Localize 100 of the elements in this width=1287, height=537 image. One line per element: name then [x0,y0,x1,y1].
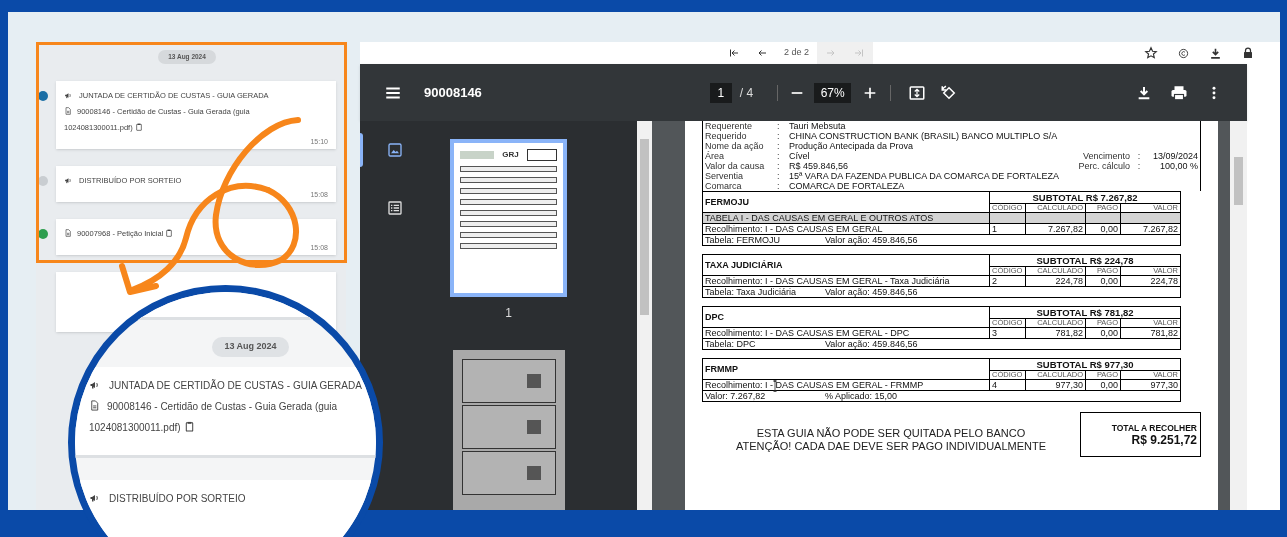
download-icon[interactable] [1209,46,1222,60]
table-cell: 0,00 [1085,275,1121,287]
field-value: CHINA CONSTRUCTION BANK (BRASIL) BANCO MULTIPLO S/A [789,131,1059,141]
table-cell: 224,78 [1025,275,1086,287]
field-value: R$ 459.846,56 [789,161,850,171]
table-cell: Recolhimento: I - DAS CAUSAS EM GERAL - DPC [702,327,990,339]
section-title: FRMMP [702,358,990,380]
image-icon [387,142,403,158]
clipboard-icon[interactable] [165,228,174,237]
field-value: 15ª VARA DA FAZENDA PUBLICA DA COMARCA DE FORTALEZA [789,171,1060,181]
form-field-box [527,149,557,161]
field-separator: : [777,171,781,181]
table-cell: Valor ação: 459.846,56 [825,339,918,349]
subtotal: SUBTOTAL R$ 781,82 [989,306,1181,319]
megaphone-icon [64,91,73,101]
subtotal: SUBTOTAL R$ 7.267,82 [989,191,1181,204]
megaphone-icon [64,176,73,186]
field-separator: : [777,151,781,161]
table-cell: 977,30 [1120,379,1181,391]
page-indicator: 2 de 2 [784,46,810,60]
field-value: 13/09/2024 [1151,151,1198,161]
document-link[interactable]: 90008146 - Certidão de Custas - Guia Gerada (guia 1024081300011.pdf) [89,395,344,438]
star-icon[interactable] [1144,46,1158,60]
field-separator: : [777,121,781,131]
field-value: Cível [789,151,811,161]
field-label: Comarca [705,181,743,191]
field-label: Requerido [705,131,748,141]
page-thumbnail[interactable] [452,350,565,510]
table-cell-text: Tabela: FERMOJU [705,235,782,245]
scrollbar[interactable] [1230,121,1247,510]
table-cell: 781,82 [1025,327,1086,339]
field-label: Vencimento [1082,151,1130,161]
total-value: R$ 9.251,72 [1131,432,1197,447]
file-icon [64,106,72,115]
document-title: 90008146 [424,83,482,102]
field-value: Produção Antecipada da Prova [789,141,915,151]
field-separator: : [777,141,781,151]
table-cell: 977,30 [1025,379,1086,391]
table-cell: 224,78 [1120,275,1181,287]
lock-icon[interactable] [1242,47,1254,59]
thumbnail-heading: GRJ [502,149,519,161]
table-cell: % Aplicado: 15,00 [825,391,898,401]
field-separator: : [777,131,781,141]
table-cell: 0,00 [1085,379,1121,391]
first-page-icon [728,47,740,59]
subtotal: SUBTOTAL R$ 977,30 [989,358,1181,371]
table-cell: Valor ação: 459.846,56 [825,287,918,297]
subtotal: SUBTOTAL R$ 224,78 [989,254,1181,267]
table-cell: 7.267,82 [1025,223,1086,235]
page-number-field[interactable]: 1 [709,82,732,103]
page-total: / 4 [739,84,754,102]
notice-text: ESTA GUIA NÃO PODE SER QUITADA PELO BANCO [756,427,1026,440]
logo-placeholder [460,151,494,159]
table-cell: 781,82 [1120,327,1181,339]
scrollbar[interactable] [637,121,652,510]
copyright-icon[interactable] [1178,47,1189,59]
field-label: Serventia [705,171,745,181]
field-label: Perc. cálculo [1078,161,1130,171]
clipboard-icon[interactable] [183,420,195,432]
table-cell: 7.267,82 [1120,223,1181,235]
table-cell: Recolhimento: I - DAS CAUSAS EM GERAL [702,223,990,235]
table-cell-text: Valor: 7.267,82 [705,391,767,401]
section-title: TAXA JUDICIÁRIA [702,254,990,276]
file-icon [64,228,72,237]
section-title: DPC [702,306,990,328]
table-cell-text: Tabela: Taxa Judiciária [705,287,797,297]
table-cell: 1 [989,223,1026,235]
last-page-icon [853,47,866,59]
table-cell: Recolhimento: I - DAS CAUSAS EM GERAL - Taxa Judiciária [702,275,990,287]
event-title: DISTRIBUÍDO POR SORTEIO [109,491,246,506]
event-title: JUNTADA DE CERTIDÃO DE CUSTAS - GUIA GERADA [109,378,362,393]
table-cell: Valor ação: 459.846,56 [825,235,918,245]
print-icon[interactable] [1170,83,1188,102]
field-label: Requerente [705,121,754,131]
field-value: Tauri Mebsuta [789,121,847,131]
field-separator: : [777,161,781,171]
field-separator: : [1136,161,1142,171]
clipboard-icon[interactable] [134,122,143,131]
field-value: 100,00 % [1158,161,1198,171]
table-cell: 0,00 [1085,223,1121,235]
field-separator: : [777,181,781,191]
section-title: FERMOJU [702,191,990,213]
date-badge: 13 Aug 2024 [212,337,289,357]
table-cell: 3 [989,327,1026,339]
table-cell: 4 [989,379,1026,391]
page-thumbnail[interactable]: GRJ [450,139,567,297]
megaphone-icon [89,492,101,504]
notice-text: ATENÇÃO! CADA DAE DEVE SER PAGO INDIVIDUALMENTE [735,440,1047,453]
page-label: 1 [505,305,512,322]
file-icon [89,399,100,411]
download-icon[interactable] [1136,84,1152,101]
table-cell: TABELA I - DAS CAUSAS EM GERAL E OUTROS ATOS [702,212,990,224]
zoom-field[interactable]: 67% [814,82,852,103]
field-label: Nome da ação [705,141,765,151]
total-label: TOTAL A RECOLHER [1111,422,1197,433]
field-label: Valor da causa [705,161,766,171]
fit-page-icon[interactable] [908,83,927,102]
field-value: COMARCA DE FORTALEZA [789,181,906,191]
megaphone-icon [89,379,101,391]
table-cell: Recolhimento: I - DAS CAUSAS EM GERAL - FRMMP [702,379,990,391]
